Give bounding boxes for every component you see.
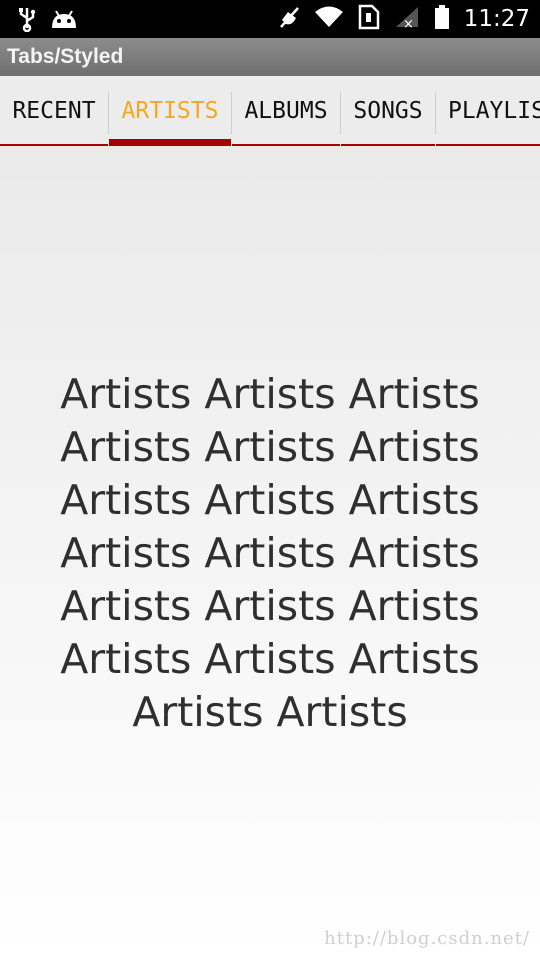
status-time: 11:27 [463, 6, 530, 32]
tab-label: PLAYLISTS [448, 98, 540, 124]
tab-label: ALBUMS [244, 98, 328, 124]
tab-playlists[interactable]: PLAYLISTS [436, 90, 540, 146]
signal-icon: × [394, 5, 420, 33]
wifi-icon [314, 5, 344, 33]
app-title: Tabs/Styled [0, 38, 540, 76]
watermark: http://blog.csdn.net/ [324, 928, 530, 949]
usb-icon [16, 6, 38, 36]
android-icon [50, 8, 78, 34]
tab-label: RECENT [12, 98, 96, 124]
tab-label: ARTISTS [121, 98, 219, 124]
tab-label: SONGS [353, 98, 423, 124]
tab-songs[interactable]: SONGS [341, 90, 436, 146]
battery-icon [434, 4, 450, 34]
svg-text:×: × [403, 17, 414, 29]
tab-albums[interactable]: ALBUMS [232, 90, 341, 146]
sim-icon [358, 4, 380, 34]
tab-recent[interactable]: RECENT [0, 90, 109, 146]
tab-content-text: Artists Artists Artists Artists Artists … [60, 370, 480, 736]
tab-artists[interactable]: ARTISTS [109, 90, 232, 146]
tab-bar: RECENT ARTISTS ALBUMS SONGS PLAYLISTS [0, 76, 540, 146]
status-bar: × 11:27 [0, 0, 540, 38]
mute-icon [278, 4, 300, 34]
